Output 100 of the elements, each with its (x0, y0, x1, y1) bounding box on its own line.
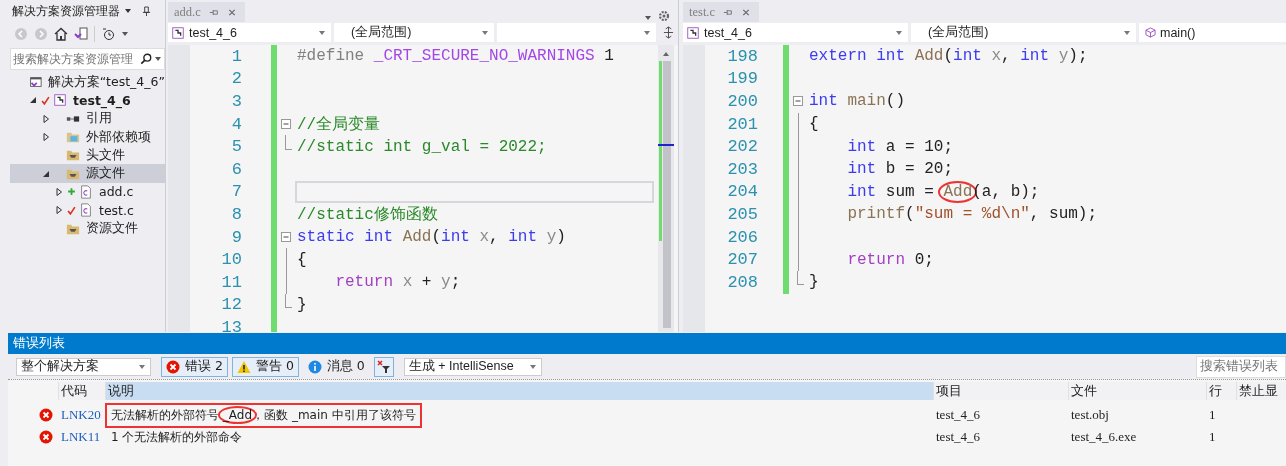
tree-item[interactable]: 头文件 (10, 146, 165, 165)
line-number: 9 (230, 227, 242, 247)
project-icon (686, 25, 700, 40)
code-line: } (809, 273, 819, 292)
code-line: } (297, 295, 307, 314)
dropdown-caret-icon[interactable] (121, 30, 129, 38)
history-icon[interactable] (101, 27, 115, 41)
tree-item-label: add.c (99, 184, 134, 200)
dropdown-caret-icon (481, 28, 489, 37)
code-line: int main() (809, 92, 905, 111)
close-icon[interactable] (226, 7, 237, 17)
filter-toggle[interactable]: 错误 2 (161, 356, 228, 377)
code-editor[interactable]: 198 extern int Add(int x, int y); 199 200 int main() 201 { 202 int a = 10; 203 int b = 20; 204 int sum = Add(a, b); 205 printf("sum = %d\n", sum); 206 207 return 0; 208 } (683, 45, 1286, 332)
scope-dropdown[interactable]: (全局范围) (334, 23, 494, 42)
c-file-icon (79, 203, 93, 218)
tree-item-label: 外部依赖项 (86, 128, 151, 146)
filter-button[interactable] (373, 356, 394, 377)
info-icon (307, 359, 322, 374)
code-line: #define _CRT_SECURE_NO_WARNINGS 1 (297, 47, 614, 66)
scroll-up-icon[interactable] (662, 51, 670, 57)
collapsed-arrow-icon[interactable] (42, 114, 50, 123)
solution-icon (27, 75, 42, 90)
error-description: 1 个无法解析的外部命令 (110, 428, 244, 446)
project-icon (53, 93, 67, 108)
project-dropdown[interactable]: test_4_6 (683, 23, 908, 42)
line-number: 1 (230, 46, 242, 66)
line-number: 7 (230, 182, 242, 202)
code-line: { (809, 115, 819, 134)
collapse-toggle-icon[interactable] (793, 96, 803, 107)
folder-icon (66, 148, 80, 163)
project-icon (171, 25, 185, 40)
table-cell: 1 (1209, 407, 1216, 422)
error-code-link[interactable]: LNK20 (61, 407, 101, 422)
scope-dropdown[interactable]: 整个解决方案 (16, 357, 151, 376)
table-cell: test_4_6.exe (1071, 429, 1137, 444)
member-dropdown[interactable]: main() (1139, 23, 1286, 42)
tree-item[interactable]: test.c (10, 201, 165, 220)
tree-item-label: 头文件 (86, 146, 125, 164)
warning-icon (236, 359, 251, 374)
close-icon[interactable] (741, 7, 752, 17)
code-line: int b = 20; (846, 160, 954, 179)
project-dropdown[interactable]: test_4_6 (168, 23, 331, 42)
tree-item[interactable]: 资源文件 (10, 219, 165, 238)
filter-toggle[interactable]: 消息 0 (302, 356, 370, 377)
collapsed-arrow-icon[interactable] (55, 187, 63, 196)
split-icon[interactable] (663, 26, 674, 39)
error-code-link[interactable]: LNK11 (61, 429, 101, 444)
source-dropdown[interactable]: 生成 + IntelliSense (403, 357, 542, 376)
switch-views-icon[interactable] (74, 27, 88, 41)
dropdown-caret-icon[interactable] (124, 7, 132, 15)
line-number: 10 (220, 250, 242, 270)
code-line: //static int g_val = 2022; (297, 137, 547, 156)
panel-title: 错误列表 (13, 335, 65, 352)
home-icon[interactable] (54, 27, 68, 41)
expanded-arrow-icon[interactable] (29, 96, 37, 105)
line-number: 198 (726, 46, 758, 66)
scroll-thumb[interactable] (663, 61, 671, 328)
collapsed-arrow-icon[interactable] (55, 206, 63, 215)
pin-icon[interactable] (142, 5, 151, 17)
tree-item[interactable]: 解决方案“test_4_6” (10, 73, 165, 92)
line-number: 207 (726, 250, 758, 270)
tree-item[interactable]: 外部依赖项 (10, 127, 165, 147)
line-number: 202 (726, 137, 758, 157)
cube-icon (1145, 27, 1156, 38)
error-description: 无法解析的外部符号 _Add，函数 _main 中引用了该符号 (105, 402, 422, 428)
code-line: static int Add(int x, int y) (297, 228, 566, 247)
column-header[interactable]: 说明 (105, 382, 933, 400)
dropdown-caret-icon (1123, 28, 1131, 37)
line-number: 3 (230, 92, 242, 111)
search-field[interactable]: 搜索错误列表 (1196, 355, 1286, 378)
line-number: 200 (726, 92, 758, 111)
line-number: 204 (726, 182, 758, 202)
tree-item-label: test_4_6 (73, 92, 131, 108)
code-line: //全局变量 (297, 114, 381, 135)
collapsed-arrow-icon[interactable] (42, 133, 50, 142)
dropdown-caret-icon[interactable] (154, 55, 162, 63)
collapse-toggle-icon[interactable] (281, 232, 291, 243)
code-editor[interactable]: 1 #define _CRT_SECURE_NO_WARNINGS 1 2 3 4 //全局变量 5 //static int g_val = 2022; 6 7 8 //static修饰函数 9 static int Add(int x, int y) 10 { 11 return x + y; 12 } 13 (168, 45, 678, 332)
tree-item-label: 解决方案“test_4_6” (47, 73, 165, 91)
line-number: 206 (726, 227, 758, 247)
tree-item-label: 引用 (86, 110, 112, 128)
line-number: 203 (726, 159, 758, 179)
tree-item[interactable]: add.c (10, 182, 165, 202)
scope-dropdown[interactable]: (全局范围) (911, 23, 1136, 42)
search-field[interactable]: 搜索解决方案资源管理 (10, 48, 165, 70)
expanded-arrow-icon[interactable] (42, 169, 50, 178)
code-line: int a = 10; (846, 137, 954, 156)
tree-item[interactable]: test_4_6 (10, 91, 165, 110)
c-file-icon (79, 184, 93, 199)
tree-item[interactable]: 引用 (10, 109, 165, 128)
search-icon (140, 53, 152, 65)
line-number: 12 (220, 295, 242, 315)
tree-item-label: 源文件 (86, 165, 125, 183)
filter-toggle[interactable]: 警告 0 (231, 356, 299, 377)
scrollbar[interactable] (658, 45, 674, 332)
tree-item[interactable]: 源文件 (10, 164, 165, 183)
table-cell: test_4_6 (936, 429, 981, 444)
settings-icon[interactable] (658, 10, 670, 22)
collapse-toggle-icon[interactable] (281, 119, 291, 130)
line-number: 6 (230, 159, 242, 179)
